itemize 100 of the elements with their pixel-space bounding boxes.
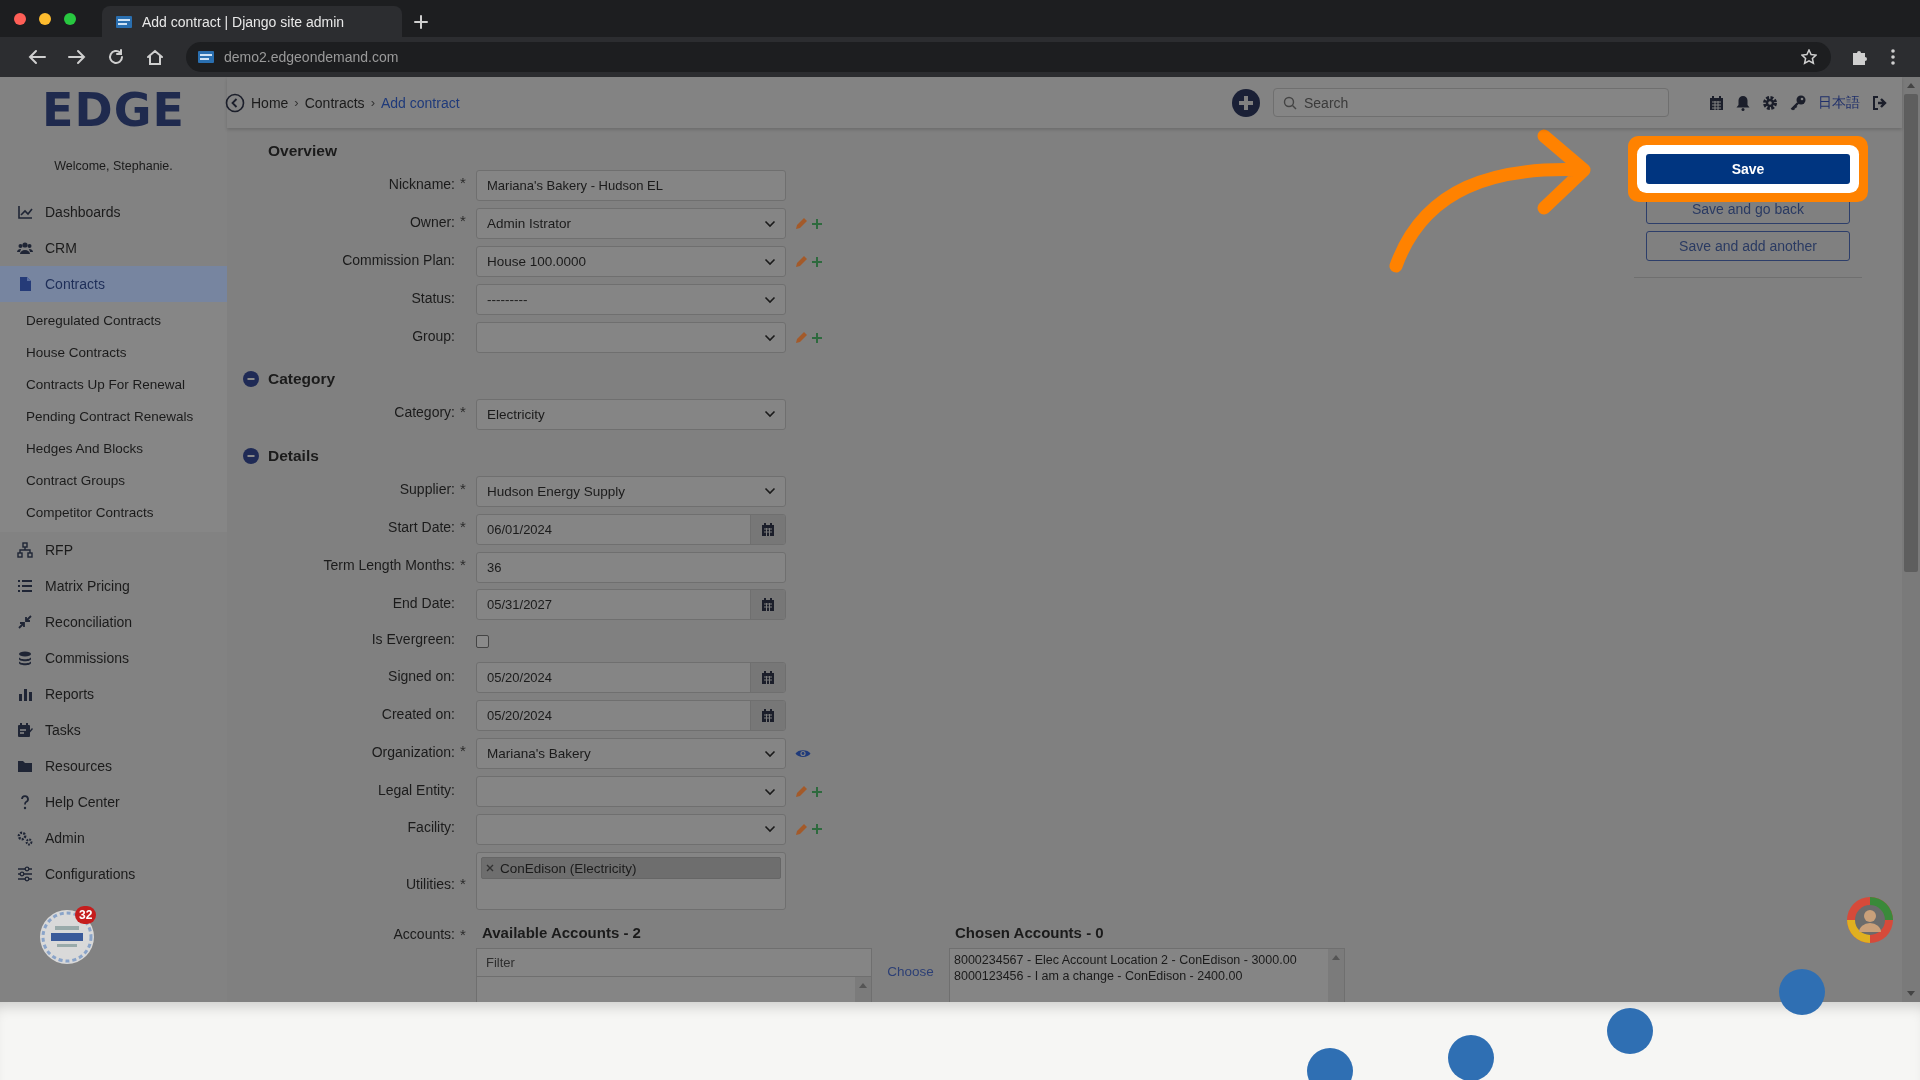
address-bar[interactable]: demo2.edgeondemand.com (186, 42, 1831, 72)
site-icon (116, 15, 132, 28)
list-item[interactable]: 8000123456 - I am a change - ConEdison - 2400.00 (954, 969, 1243, 984)
dropdown[interactable]: Hudson Energy Supply (476, 475, 786, 507)
menu-icon[interactable] (1891, 49, 1895, 65)
required-mark: * (460, 479, 466, 497)
search-field[interactable]: Search (1273, 88, 1669, 117)
logo: EDGE (42, 87, 185, 133)
field-value: Admin Istrator (487, 216, 573, 232)
dropdown[interactable]: Mariana's Bakery (476, 738, 786, 770)
sidebar-item[interactable]: Reports (0, 676, 227, 712)
dropdown[interactable]: --------- (476, 284, 786, 316)
field-label: Category: (394, 404, 455, 421)
breadcrumb-link[interactable]: Add contract (380, 94, 460, 111)
back-icon[interactable] (28, 49, 46, 65)
collapse-icon[interactable] (243, 371, 259, 388)
star-icon[interactable] (1801, 49, 1817, 65)
minimize-window-button[interactable] (39, 12, 51, 25)
section-title: Category (268, 370, 336, 389)
round-widget-icon[interactable] (39, 909, 95, 965)
sidebar-item[interactable]: Matrix Pricing (0, 568, 227, 604)
date-field[interactable]: 05/31/2027 (476, 589, 786, 621)
filter-field[interactable]: Filter (476, 948, 872, 978)
text-field[interactable]: 36 (476, 551, 786, 583)
chevron-down-icon (764, 333, 776, 342)
site-icon (198, 51, 214, 63)
scrollbar-thumb[interactable] (1904, 94, 1918, 572)
submenu-item[interactable]: Contracts Up For Renewal (0, 368, 227, 400)
calendar-icon[interactable] (761, 670, 775, 686)
dropdown[interactable]: House 100.0000 (476, 246, 786, 278)
new-tab-icon[interactable] (414, 15, 428, 29)
section-title: Details (268, 447, 319, 466)
date-field[interactable]: 06/01/2024 (476, 513, 786, 545)
sidebar-item[interactable]: Contracts (0, 266, 227, 302)
add-circle-icon[interactable] (1231, 87, 1261, 118)
sidebar-item[interactable]: Help Center (0, 784, 227, 820)
sidebar-item[interactable]: Commissions (0, 640, 227, 676)
breadcrumb-separator: › (370, 95, 375, 110)
language-link[interactable]: 日本語 (1818, 93, 1860, 112)
home-icon[interactable] (146, 49, 164, 65)
settings-icon[interactable] (1762, 94, 1778, 111)
key-icon[interactable] (1790, 94, 1806, 111)
collapse-icon[interactable] (243, 448, 259, 465)
required-mark: * (460, 555, 466, 573)
sidebar-item[interactable]: RFP (0, 532, 227, 568)
network-icon (17, 542, 33, 558)
submenu-item[interactable]: Deregulated Contracts (0, 304, 227, 336)
field-value: 05/20/2024 (487, 708, 554, 724)
submenu-item[interactable]: Pending Contract Renewals (0, 400, 227, 432)
submenu-item[interactable]: Hedges And Blocks (0, 432, 227, 464)
tags-field[interactable]: ConEdison (Electricity) (476, 852, 786, 911)
reload-icon[interactable] (108, 49, 124, 65)
sidebar-item[interactable]: Dashboards (0, 194, 227, 230)
date-field[interactable]: 05/20/2024 (476, 662, 786, 694)
chosen-accounts-list[interactable]: 8000234567 - Elec Account Location 2 - ConEdison - 3000.00 8000123456 - I am a change - ConEdison - 2400.00 (949, 948, 1345, 1002)
eye-icon[interactable] (795, 748, 811, 760)
coins-icon (17, 650, 33, 666)
dropdown[interactable]: Admin Istrator (476, 208, 786, 240)
date-field[interactable]: 05/20/2024 (476, 700, 786, 732)
maximize-window-button[interactable] (64, 12, 76, 25)
field-value: Mariana's Bakery - Hudson EL (487, 178, 664, 194)
sidebar-item[interactable]: CRM (0, 230, 227, 266)
calendar-icon[interactable] (761, 521, 775, 537)
chevron-down-icon (764, 825, 776, 834)
field-label: Owner: (409, 213, 455, 230)
remove-icon[interactable] (486, 864, 494, 873)
chevron-down-icon (764, 257, 776, 266)
logout-icon[interactable] (1872, 95, 1888, 110)
breadcrumb-link[interactable]: Contracts (304, 94, 365, 111)
calendar-icon[interactable] (761, 597, 775, 613)
browser-tab[interactable]: Add contract | Django site admin (102, 6, 402, 37)
bell-icon[interactable] (1736, 94, 1750, 111)
checkbox[interactable] (476, 634, 489, 648)
breadcrumb-link[interactable]: Home (251, 94, 289, 111)
sidebar-item[interactable]: Tasks (0, 712, 227, 748)
sidebar-item[interactable]: Admin (0, 820, 227, 856)
close-window-button[interactable] (14, 12, 26, 25)
puzzle-icon[interactable] (1851, 48, 1869, 66)
text-field[interactable]: Mariana's Bakery - Hudson EL (476, 170, 786, 202)
sidebar-item[interactable]: Resources (0, 748, 227, 784)
field-label: Utilities: (406, 875, 455, 892)
choose-link[interactable]: Choose (887, 964, 934, 980)
submenu-item[interactable]: Contract Groups (0, 464, 227, 496)
required-mark: * (460, 926, 466, 944)
forward-icon[interactable] (68, 49, 86, 65)
submenu-item[interactable]: Competitor Contracts (0, 496, 227, 528)
back-circle-icon[interactable] (225, 92, 245, 113)
list-item[interactable]: 8000234567 - Elec Account Location 2 - ConEdison - 3000.00 (954, 953, 1297, 968)
chat-avatar-icon[interactable] (1846, 896, 1894, 944)
submenu-item[interactable]: House Contracts (0, 336, 227, 368)
dropdown[interactable]: Electricity (476, 398, 786, 430)
sidebar-item[interactable]: Configurations (0, 856, 227, 892)
breadcrumb-separator: › (294, 95, 299, 110)
required-mark: * (460, 174, 466, 192)
calendar-icon[interactable] (1709, 94, 1724, 111)
field-value: Hudson Energy Supply (487, 483, 627, 499)
secondary-button[interactable]: Save and add another (1646, 231, 1850, 261)
calendar-icon[interactable] (761, 708, 775, 724)
sidebar-item[interactable]: Reconciliation (0, 604, 227, 640)
folder-icon (17, 758, 33, 774)
